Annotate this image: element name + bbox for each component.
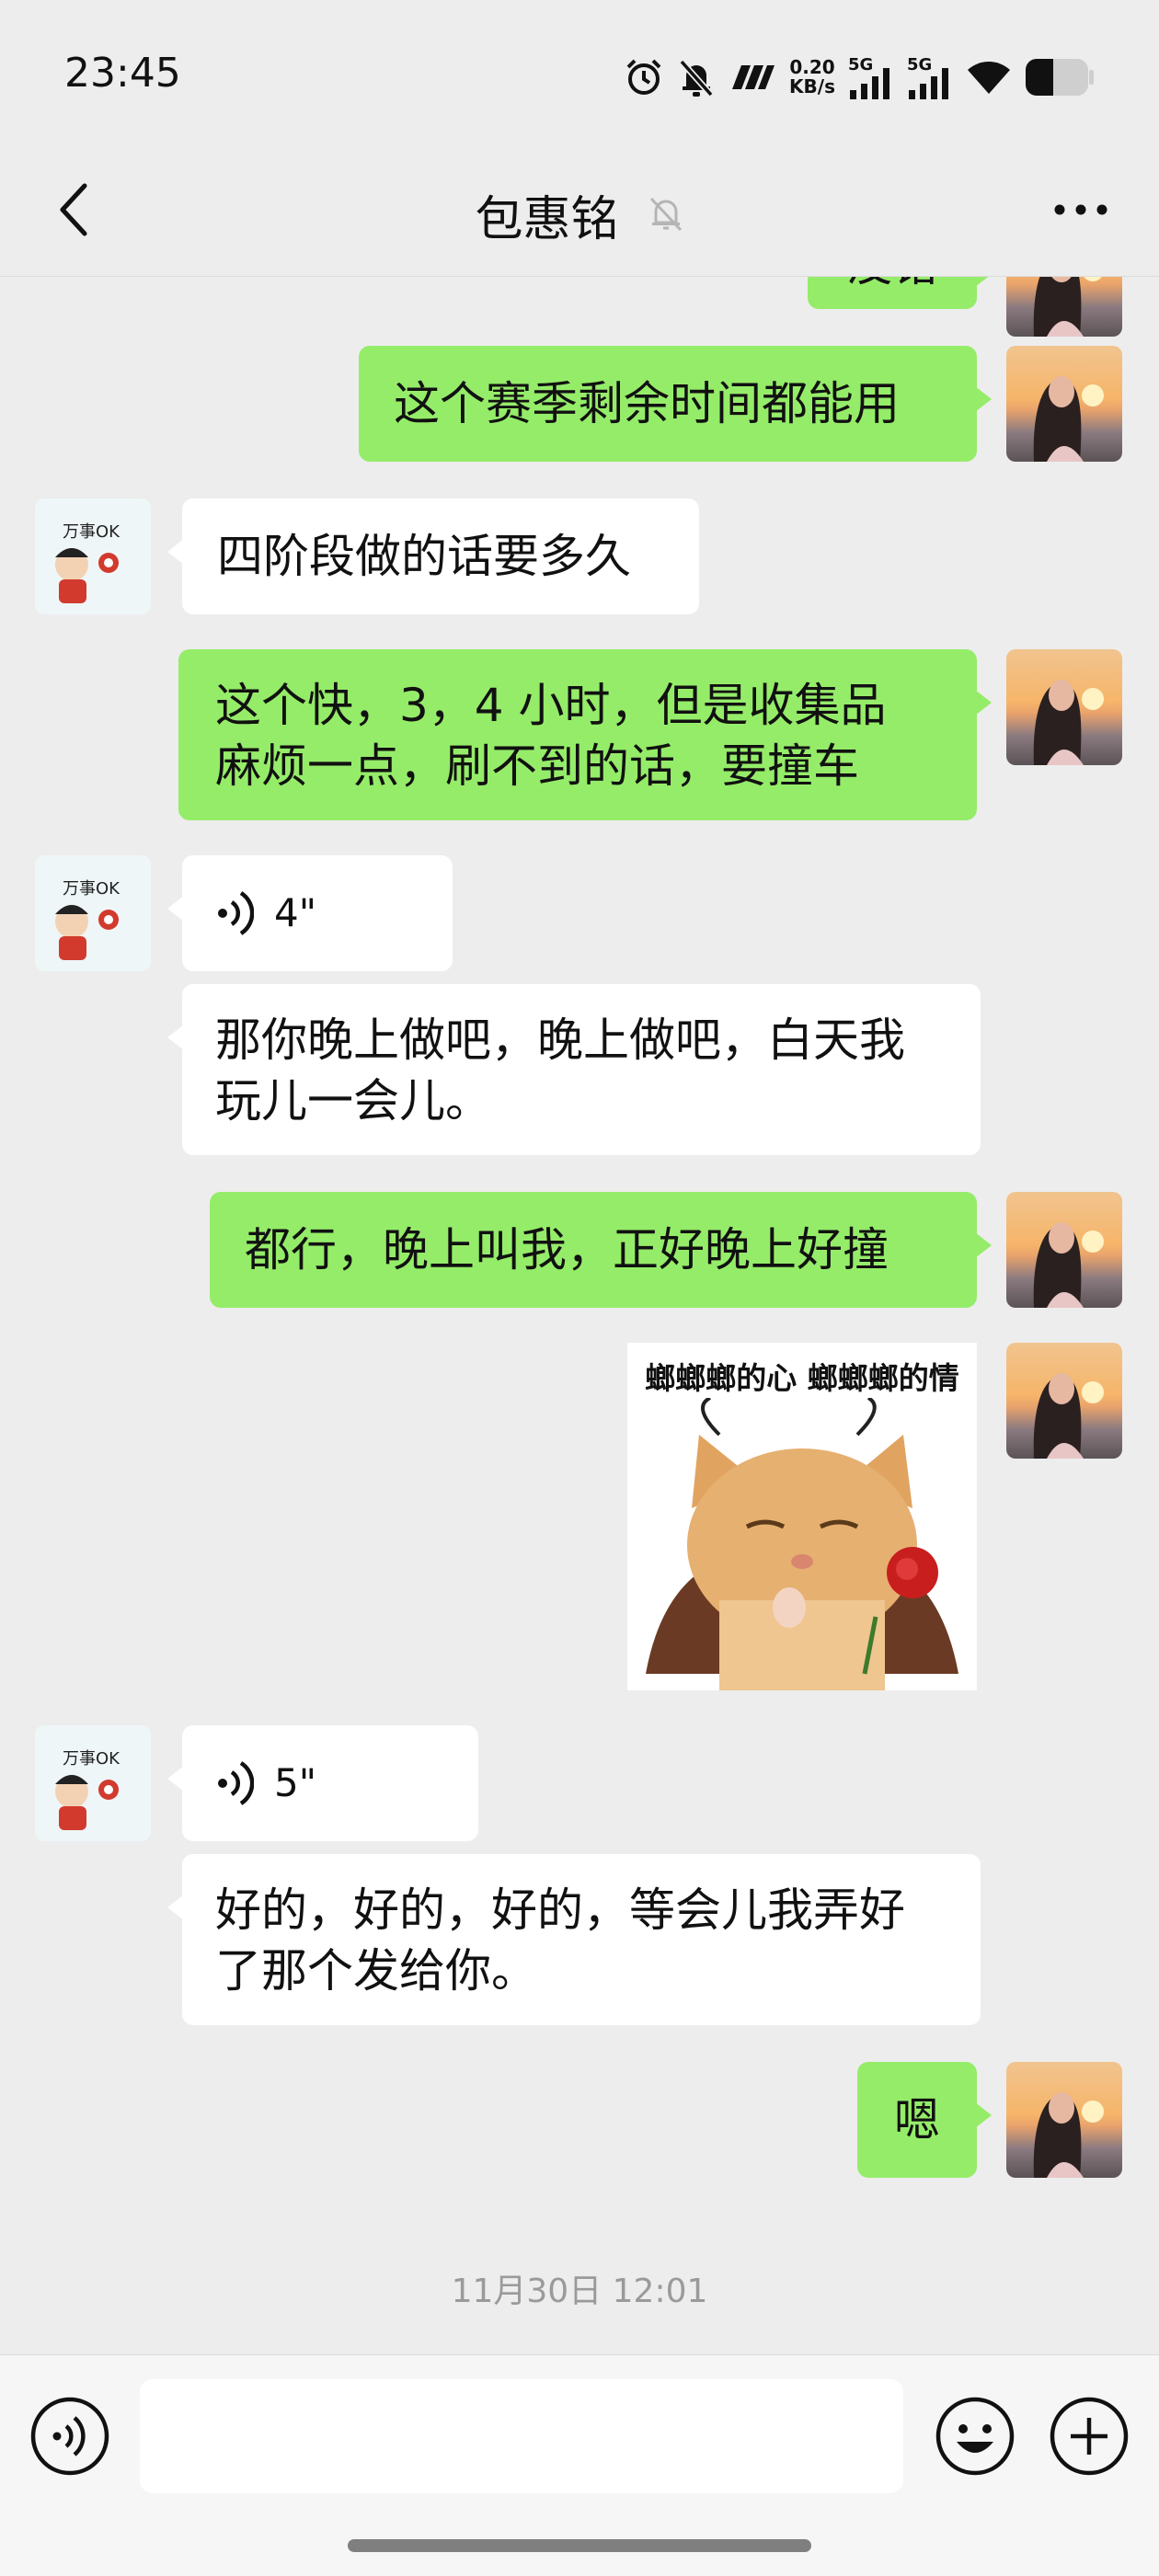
- voice-duration: 5": [274, 1760, 317, 1805]
- chat-title: 包惠铭: [475, 192, 619, 247]
- voice-message[interactable]: 4": [167, 855, 453, 971]
- bell-off-icon: [648, 193, 684, 237]
- emoji-icon[interactable]: [935, 2396, 1016, 2477]
- sticker-message[interactable]: 螂螂螂的心 螂螂螂的情: [627, 1343, 977, 1690]
- my-avatar[interactable]: [1006, 649, 1122, 765]
- my-avatar[interactable]: [1006, 346, 1122, 462]
- chat-header: 包惠铭: [0, 147, 1159, 277]
- my-avatar[interactable]: [1006, 1343, 1122, 1459]
- message-bubble-received[interactable]: 四阶段做的话要多久: [167, 498, 699, 614]
- signal-icon: 5G: [907, 55, 953, 99]
- plus-icon[interactable]: [1049, 2396, 1130, 2477]
- wifi-icon: [968, 62, 1010, 94]
- contact-avatar[interactable]: 万事OK: [35, 1725, 151, 1841]
- net-speed: 0.20 KB/s: [789, 56, 835, 97]
- status-bar: 23:45 0.20 KB/s 5G 5G: [0, 0, 1159, 147]
- contact-avatar[interactable]: 万事OK: [35, 855, 151, 971]
- alarm-icon: [626, 59, 661, 95]
- voice-mode-icon[interactable]: [29, 2396, 110, 2477]
- input-bar: [0, 2354, 1159, 2576]
- voice-duration: 4": [274, 890, 317, 935]
- chat-area[interactable]: 没错 这个赛季剩余时间都能用 万事OK 四阶段做的话要多久 这个快，3，4 小时…: [0, 276, 1159, 2354]
- mute-bell-icon: [679, 59, 714, 97]
- chat-title-area: 包惠铭: [0, 180, 1159, 249]
- cat-sticker-image: [646, 1398, 958, 1690]
- home-indicator[interactable]: [348, 2539, 811, 2552]
- my-avatar[interactable]: [1006, 276, 1122, 337]
- contact-avatar[interactable]: 万事OK: [35, 498, 151, 614]
- more-button[interactable]: [1039, 173, 1122, 246]
- signal-icon: 5G: [848, 55, 894, 99]
- svg-text:万事OK: 万事OK: [63, 522, 120, 542]
- status-time: 23:45: [64, 50, 181, 97]
- message-input[interactable]: [140, 2379, 903, 2493]
- message-bubble-sent[interactable]: 这个赛季剩余时间都能用: [359, 346, 992, 462]
- nfc-icon: [732, 65, 775, 89]
- sticker-caption: 螂螂螂的心 螂螂螂的情: [645, 1360, 959, 1396]
- svg-text:万事OK: 万事OK: [63, 1749, 120, 1769]
- voice-wave-icon: [218, 891, 254, 935]
- svg-text:万事OK: 万事OK: [63, 879, 120, 899]
- more-dots-icon: [1054, 204, 1107, 215]
- my-avatar[interactable]: [1006, 1192, 1122, 1308]
- battery-icon: [1026, 59, 1094, 96]
- status-icons: 0.20 KB/s 5G 5G: [624, 53, 1095, 101]
- my-avatar[interactable]: [1006, 2062, 1122, 2178]
- voice-wave-icon: [218, 1761, 254, 1805]
- message-bubble-received[interactable]: 那你晚上做吧，晚上做吧，白天我 玩儿一会儿。: [167, 984, 981, 1155]
- message-bubble-sent[interactable]: 没错: [808, 276, 992, 309]
- voice-message[interactable]: 5": [167, 1725, 478, 1841]
- message-bubble-received[interactable]: 好的，好的，好的，等会儿我弄好 了那个发给你。: [167, 1854, 981, 2025]
- message-bubble-sent[interactable]: 都行，晚上叫我，正好晚上好撞: [210, 1192, 992, 1308]
- message-bubble-sent[interactable]: 嗯: [857, 2062, 992, 2178]
- chat-timestamp: 11月30日 12:01: [451, 2273, 708, 2310]
- message-bubble-sent[interactable]: 这个快，3，4 小时，但是收集品 麻烦一点，刷不到的话，要撞车: [178, 649, 992, 820]
